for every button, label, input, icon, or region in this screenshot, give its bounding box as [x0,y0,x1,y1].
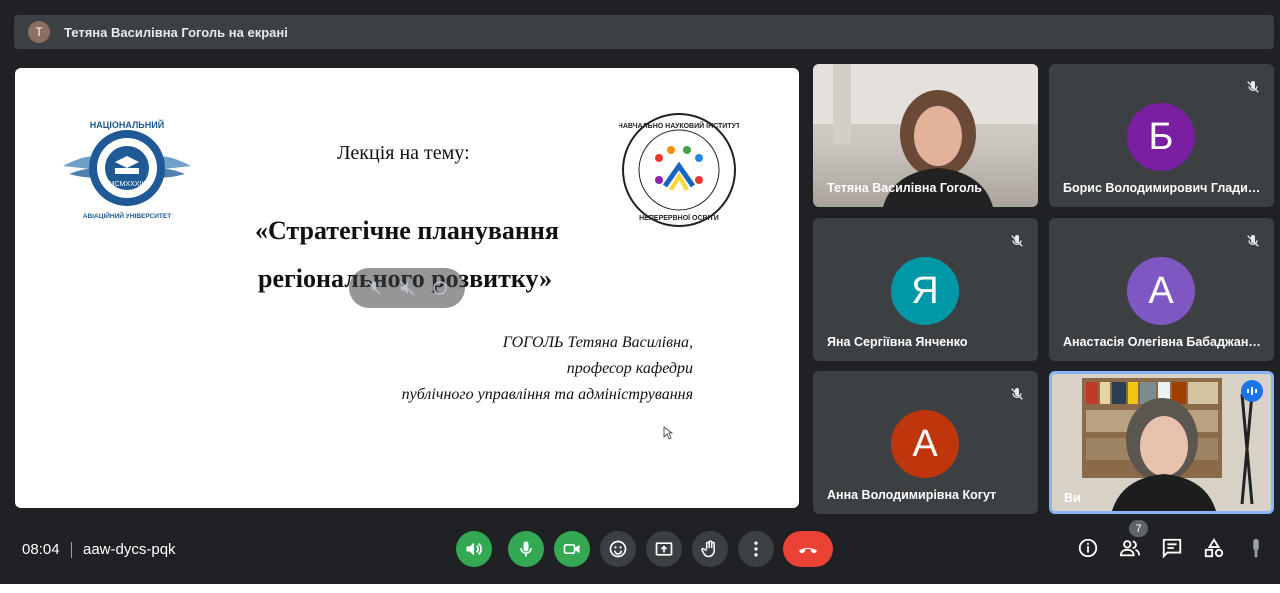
self-video [1052,374,1271,511]
volume-off-icon[interactable] [396,277,418,299]
svg-text:НАВЧАЛЬНО НАУКОВИЙ ІНСТИТУТ: НАВЧАЛЬНО НАУКОВИЙ ІНСТИТУТ [619,121,739,130]
meeting-code: aaw-dycs-pqk [83,541,176,558]
participant-tile[interactable]: Тетяна Василівна Гоголь [813,64,1038,207]
participant-name: Анастасія Олегівна Бабаджан… [1063,335,1261,349]
microphone-button[interactable] [508,531,544,567]
mic-pin-icon [1253,538,1259,558]
chat-icon [1162,538,1182,559]
end-call-icon [799,548,817,554]
participant-name: Анна Володимирівна Когут [827,488,997,502]
self-view-tile[interactable]: Ви [1049,371,1274,514]
camera-icon [563,544,580,554]
emoji-reaction-button[interactable] [600,531,636,567]
mic-off-icon [1242,230,1264,252]
camera-button[interactable] [554,531,590,567]
avatar: А [891,410,959,478]
svg-text:АВІАЦІЙНИЙ УНІВЕРСИТЕТ: АВІАЦІЙНИЙ УНІВЕРСИТЕТ [83,211,171,220]
nau-logo: НАЦІОНАЛЬНИЙ MCMXXXIII АВІАЦІЙНИЙ УНІВЕР… [63,119,191,220]
mic-off-icon [1006,383,1028,405]
stop-presenting-icon[interactable] [429,277,451,299]
activities-icon [1204,538,1224,558]
present-screen-button[interactable] [646,531,682,567]
lecture-topic-label: Лекція на тему: [337,142,470,164]
avatar: Я [891,257,959,325]
participant-tile[interactable]: А Анастасія Олегівна Бабаджан… [1049,218,1274,361]
participant-name: Тетяна Василівна Гоголь [827,181,982,195]
participant-tile[interactable]: А Анна Володимирівна Когут [813,371,1038,514]
people-button[interactable] [1118,536,1142,560]
author-department: публічного управління та адміністрування [401,386,693,403]
speaking-indicator-icon [1241,380,1263,402]
mic-off-icon [1242,76,1264,98]
avatar: Б [1127,103,1195,171]
presenting-banner: Т Тетяна Василівна Гоголь на екрані [14,15,1274,49]
mouse-cursor-icon [663,426,673,440]
avatar: А [1127,257,1195,325]
meeting-toolbar: 08:04 aaw-dycs-pqk 7 [0,520,1280,584]
raise-hand-button[interactable] [692,531,728,567]
svg-text:MCMXXXIII: MCMXXXIII [109,181,146,188]
more-options-button[interactable] [738,531,774,567]
participant-name: Ви [1064,491,1081,505]
speaker-button[interactable] [456,531,492,567]
participant-tile[interactable]: Б Борис Володимирович Гладин… [1049,64,1274,207]
microphone-icon [520,541,532,557]
mic-pin-button[interactable] [1244,536,1268,560]
presenting-text: Тетяна Василівна Гоголь на екрані [64,24,288,40]
mic-off-icon [1006,230,1028,252]
presentation-overlay-controls [349,268,465,308]
info-icon [1078,538,1098,558]
activities-button[interactable] [1202,536,1226,560]
svg-text:НЕПЕРЕРВНОЇ ОСВІТИ: НЕПЕРЕРВНОЇ ОСВІТИ [639,214,719,222]
meeting-details-button[interactable] [1076,536,1100,560]
author-name: ГОГОЛЬ Тетяна Василівна, [502,334,693,351]
lecture-title-line1: «Стратегічне планування [255,216,559,245]
page-bottom-strip [0,584,1280,593]
chat-button[interactable] [1160,536,1184,560]
emoji-icon [609,540,627,558]
mic-off-icon[interactable] [363,277,385,299]
participant-count-badge: 7 [1129,520,1148,537]
participant-name: Яна Сергіївна Янченко [827,335,968,349]
raise-hand-icon [701,540,715,558]
presenter-avatar: Т [28,21,50,43]
more-options-icon [754,541,758,557]
author-position: професор кафедри [566,360,693,377]
shared-screen: НАЦІОНАЛЬНИЙ MCMXXXIII АВІАЦІЙНИЙ УНІВЕР… [15,68,799,508]
svg-text:НАЦІОНАЛЬНИЙ: НАЦІОНАЛЬНИЙ [90,119,164,130]
present-screen-icon [655,542,673,556]
speaker-icon [466,542,482,556]
people-icon [1119,540,1141,557]
end-call-button[interactable] [783,531,833,567]
divider [71,542,72,558]
participant-name: Борис Володимирович Гладин… [1063,181,1261,195]
meeting-time: 08:04 [22,541,60,558]
institute-logo: НАВЧАЛЬНО НАУКОВИЙ ІНСТИТУТ НЕПЕРЕРВНОЇ … [619,113,739,227]
participant-tile[interactable]: Я Яна Сергіївна Янченко [813,218,1038,361]
